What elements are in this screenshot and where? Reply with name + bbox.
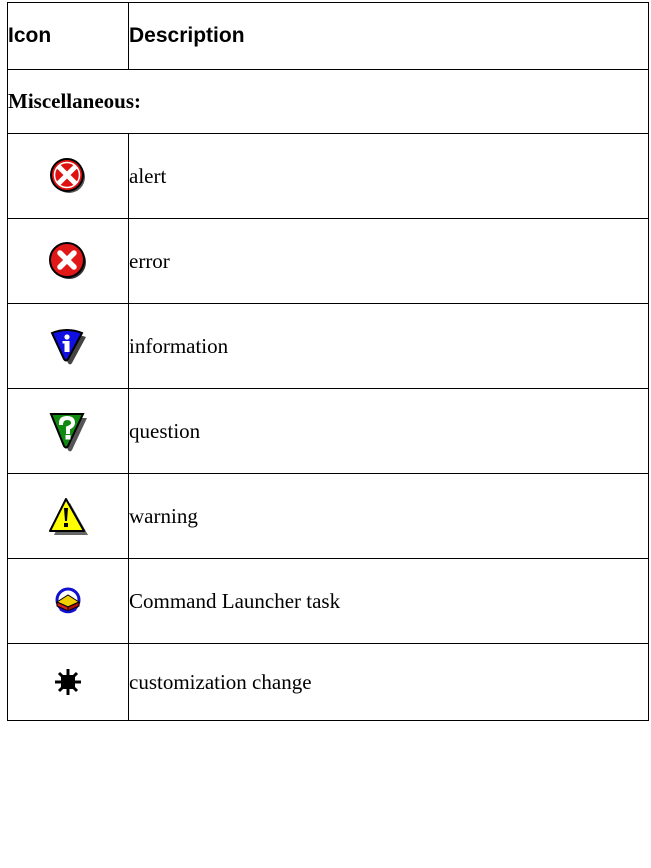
command-launcher-task-icon: [47, 580, 89, 622]
alert-icon: [47, 155, 89, 197]
row-description: Command Launcher task: [128, 558, 649, 644]
table-row: question: [7, 388, 649, 474]
row-description: question: [128, 388, 649, 474]
icon-cell: [7, 388, 129, 474]
question-icon: [47, 410, 89, 452]
section-row: Miscellaneous:: [7, 69, 649, 134]
table-row: warning: [7, 473, 649, 559]
row-description: information: [128, 303, 649, 389]
table-row: Command Launcher task: [7, 558, 649, 644]
information-icon: [47, 325, 89, 367]
icon-cell: [7, 303, 129, 389]
icon-cell: [7, 558, 129, 644]
error-icon: [47, 240, 89, 282]
icon-column-header: Icon: [7, 2, 129, 70]
row-description: customization change: [128, 643, 649, 721]
table-row: customization change: [7, 643, 649, 721]
icon-table: Icon Description Miscellaneous: alert er…: [7, 2, 649, 721]
header-row: Icon Description: [7, 2, 649, 70]
table-row: alert: [7, 133, 649, 219]
customization-change-icon: [47, 661, 89, 703]
description-column-header: Description: [128, 2, 649, 70]
table-row: information: [7, 303, 649, 389]
icon-cell: [7, 643, 129, 721]
icon-cell: [7, 218, 129, 304]
icon-cell: [7, 473, 129, 559]
row-description: warning: [128, 473, 649, 559]
icon-cell: [7, 133, 129, 219]
warning-icon: [47, 495, 89, 537]
table-row: error: [7, 218, 649, 304]
row-description: alert: [128, 133, 649, 219]
section-label: Miscellaneous:: [7, 69, 649, 134]
row-description: error: [128, 218, 649, 304]
